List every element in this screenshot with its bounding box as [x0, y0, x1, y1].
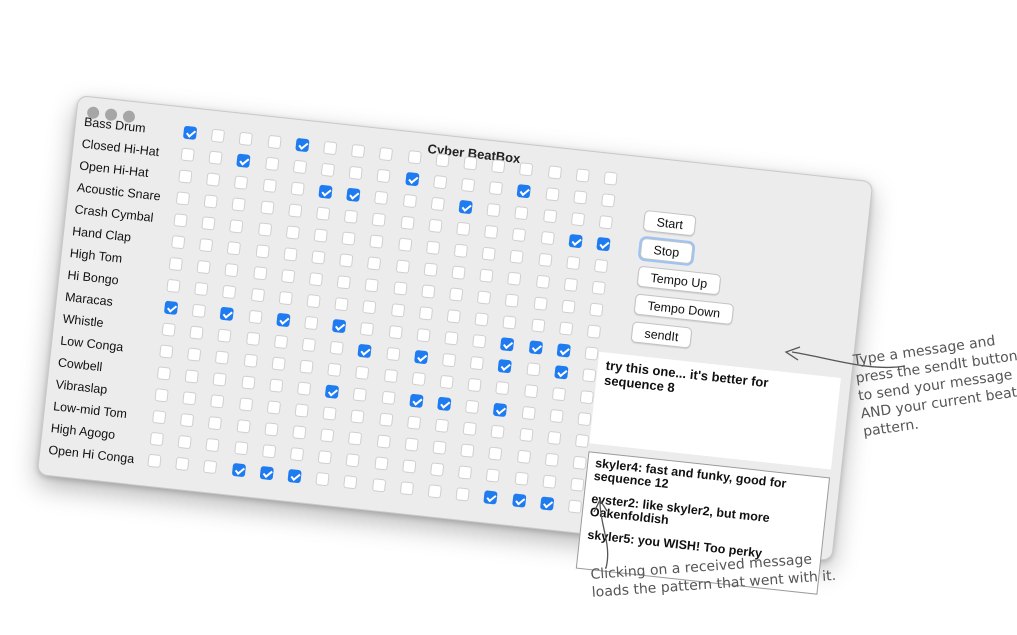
receive-note-arrow	[599, 501, 609, 569]
screenshot-stage: Cyber BeatBox Bass Drum Closed Hi-Hat Open…	[0, 0, 1017, 635]
annotation-arrows	[593, 346, 906, 569]
